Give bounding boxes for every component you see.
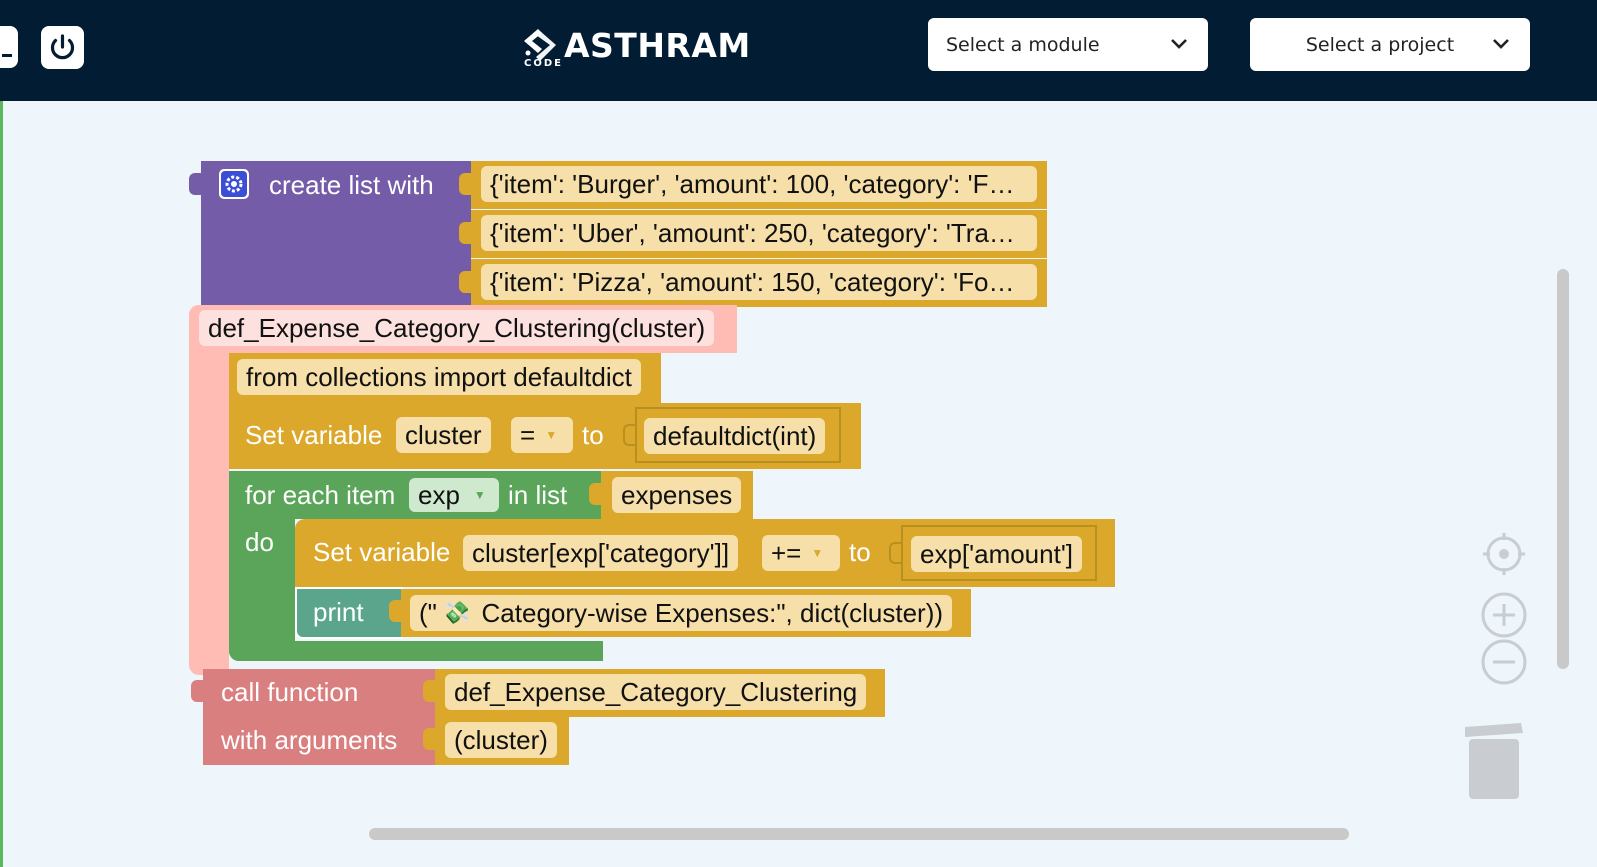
project-select[interactable]: Select a project (1250, 18, 1530, 71)
set-variable-label: Set variable (245, 420, 383, 450)
set-variable-label: Set variable (313, 537, 451, 567)
zoom-in-icon[interactable] (1481, 592, 1527, 638)
chevron-down-icon (1493, 39, 1509, 49)
brand-subtitle: CODE (524, 58, 563, 69)
dropdown-arrow-icon: ▼ (545, 428, 558, 442)
operator-value: += (771, 538, 802, 568)
in-list-label: in list (508, 480, 568, 510)
horizontal-scrollbar[interactable] (369, 828, 1349, 840)
operator-dropdown[interactable]: += ▼ (762, 535, 840, 571)
list-item-value[interactable]: {'item': 'Burger', 'amount': 100, 'categ… (481, 166, 1037, 202)
block-connector (459, 173, 471, 195)
block-connector (189, 173, 201, 195)
recenter-icon[interactable] (1481, 531, 1527, 577)
loop-variable-dropdown[interactable]: exp ▼ (409, 478, 499, 512)
brand-name: ASTHRAM (564, 25, 751, 65)
print-value-suffix: Category-wise Expenses:", dict(cluster)) (474, 598, 944, 628)
project-select-value: Select a project (1305, 33, 1455, 56)
mutator-gear-icon[interactable] (219, 169, 249, 199)
to-label: to (849, 537, 871, 567)
loop-variable-value: exp (418, 480, 460, 510)
block-connector (459, 271, 471, 293)
def-block-label[interactable]: def_Expense_Category_Clustering(cluster) (199, 310, 715, 346)
block-connector (423, 680, 435, 702)
list-value-field[interactable]: expenses (612, 477, 742, 513)
sidebar-toggle-button[interactable] (0, 26, 18, 68)
variable-name-field[interactable]: cluster[exp['category']] (463, 535, 739, 571)
do-label: do (245, 527, 274, 557)
print-value-field[interactable]: (" 💸 Category-wise Expenses:", dict(clus… (410, 595, 953, 631)
block-connector (423, 728, 435, 750)
blockly-workspace[interactable]: create list with {'item': 'Burger', 'amo… (0, 101, 1597, 867)
chevron-down-icon (1171, 39, 1187, 49)
value-field[interactable]: exp['amount'] (911, 536, 1083, 572)
print-value-prefix: (" (419, 598, 437, 628)
power-button[interactable] (41, 26, 84, 69)
block-connector (589, 483, 601, 505)
power-icon (50, 34, 75, 60)
list-item-value[interactable]: {'item': 'Uber', 'amount': 250, 'categor… (481, 215, 1037, 251)
block-connector (623, 424, 635, 446)
operator-value: = (520, 420, 536, 450)
zoom-out-icon[interactable] (1481, 639, 1527, 685)
module-select[interactable]: Select a module (928, 18, 1208, 71)
operator-dropdown[interactable]: = ▼ (511, 417, 573, 453)
value-field[interactable]: defaultdict(int) (644, 418, 826, 454)
brand-logo: ASTHRAM CODE (522, 18, 751, 72)
block-connector (889, 542, 901, 564)
import-block-label[interactable]: from collections import defaultdict (237, 359, 641, 395)
money-emoji-icon: 💸 (442, 600, 471, 625)
for-each-bottom (229, 641, 603, 661)
arguments-field[interactable]: (cluster) (445, 722, 557, 758)
block-connector (389, 600, 401, 622)
gear-icon (221, 171, 247, 197)
to-label: to (582, 420, 604, 450)
trash-icon[interactable] (1461, 719, 1527, 801)
block-connector (191, 680, 203, 702)
dropdown-arrow-icon: ▼ (473, 488, 486, 502)
vertical-scrollbar[interactable] (1557, 269, 1569, 669)
with-arguments-label: with arguments (221, 725, 398, 755)
menu-icon (2, 54, 12, 57)
variable-name-field[interactable]: cluster (396, 417, 491, 453)
block-connector (459, 222, 471, 244)
module-select-value: Select a module (946, 33, 1100, 56)
dropdown-arrow-icon: ▼ (811, 546, 824, 560)
top-bar: ASTHRAM CODE Select a module Select a pr… (0, 0, 1597, 101)
for-each-label: for each item (245, 480, 396, 510)
def-block-body (189, 305, 229, 675)
list-item-value[interactable]: {'item': 'Pizza', 'amount': 150, 'catego… (481, 264, 1037, 300)
print-label: print (313, 597, 364, 627)
create-list-label: create list with (269, 170, 434, 200)
call-function-label: call function (221, 677, 359, 707)
function-name-field[interactable]: def_Expense_Category_Clustering (445, 674, 867, 710)
